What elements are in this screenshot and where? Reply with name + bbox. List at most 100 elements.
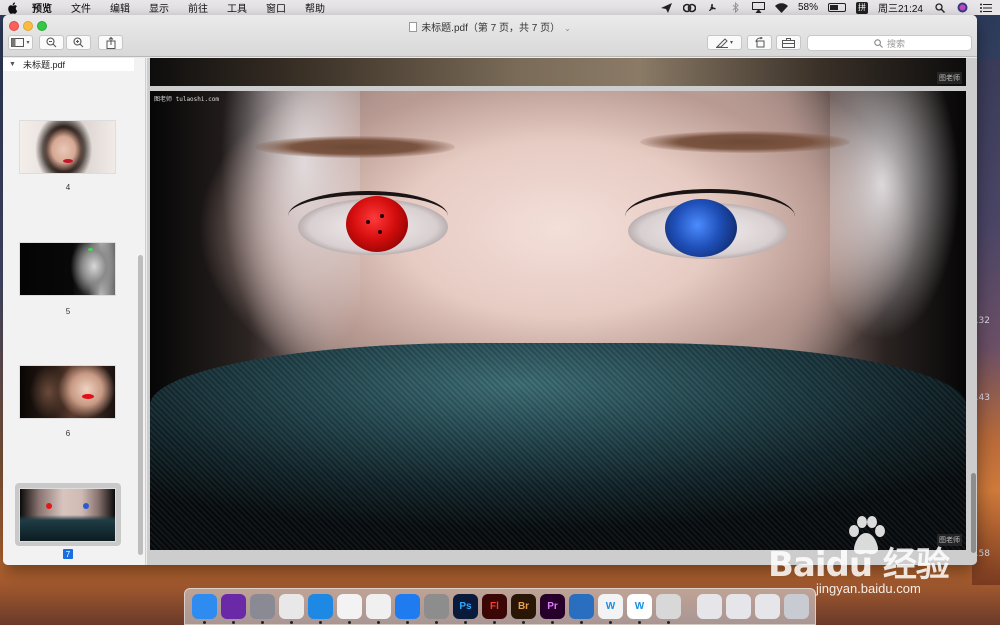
- input-method-icon[interactable]: 拼: [855, 1, 868, 14]
- running-indicator: [406, 621, 409, 624]
- document-view[interactable]: 图老师 图老师 tulaoshi.com 图老师: [147, 58, 977, 565]
- app-store-icon[interactable]: [395, 594, 420, 624]
- menu-edit[interactable]: 编辑: [110, 0, 130, 15]
- photoshop-icon[interactable]: Ps: [453, 594, 478, 624]
- menu-tools[interactable]: 工具: [227, 0, 247, 15]
- chevron-down-icon: ▾: [729, 40, 733, 46]
- send-icon[interactable]: [660, 2, 673, 14]
- page-thumbnail-4[interactable]: [19, 120, 117, 174]
- share-icon: [106, 36, 115, 49]
- rotate-icon: [755, 37, 764, 48]
- disclosure-triangle-icon[interactable]: ▼: [9, 61, 16, 68]
- running-indicator: [464, 621, 467, 624]
- page-thumbnail-5[interactable]: [19, 242, 117, 296]
- sidebar-file-name: 未标题.pdf: [22, 60, 65, 70]
- bridge-icon[interactable]: Br: [511, 594, 536, 624]
- chrome-icon[interactable]: [279, 594, 304, 624]
- document-icon[interactable]: [726, 594, 751, 619]
- title-bar: 未标题.pdf（第 7 页，共 7 页） ⌄ ▾ ▾ 搜索: [3, 15, 977, 57]
- toolbox-button[interactable]: [776, 35, 801, 50]
- mail-icon[interactable]: [697, 594, 722, 619]
- status-area: 58% 拼 周三21:24: [660, 0, 992, 15]
- menu-bar: 预览 文件 编辑 显示 前往 工具 窗口 帮助 58% 拼 周三21:24: [0, 0, 1000, 15]
- menu-help[interactable]: 帮助: [305, 0, 325, 15]
- bridge-glyph: Br: [517, 601, 530, 612]
- menu-view[interactable]: 显示: [149, 0, 169, 15]
- running-indicator: [319, 621, 322, 624]
- menu-file[interactable]: 文件: [71, 0, 91, 15]
- clock[interactable]: 周三21:24: [878, 0, 923, 15]
- page-thumbnail-7[interactable]: [19, 488, 117, 542]
- spotlight-search-icon[interactable]: [933, 2, 946, 14]
- launchpad-icon[interactable]: [250, 594, 275, 624]
- hair-strands: [830, 91, 960, 341]
- baidu-jingyan-watermark: Baidu 经验 jingyan.baidu.com: [766, 515, 996, 605]
- sidebar-file-header[interactable]: ▼ 未标题.pdf: [3, 58, 134, 71]
- rotate-button[interactable]: [747, 35, 772, 50]
- thumbnail-image: [19, 365, 116, 419]
- thumbnail-label: 5: [65, 307, 71, 316]
- zoom-out-button[interactable]: [39, 35, 64, 50]
- menu-preview[interactable]: 预览: [32, 0, 52, 15]
- photos-icon[interactable]: [337, 594, 362, 624]
- menu-window[interactable]: 窗口: [266, 0, 286, 15]
- finder-icon[interactable]: [192, 594, 217, 624]
- battery-icon[interactable]: [827, 3, 846, 12]
- red-iris: [346, 196, 408, 252]
- flash-glyph: Fl: [490, 601, 499, 612]
- qq-icon[interactable]: [366, 594, 391, 624]
- siri-icon[interactable]: [956, 2, 969, 14]
- share-button[interactable]: [98, 35, 123, 50]
- w-app-icon[interactable]: W: [627, 594, 652, 624]
- pdf-document-icon: [409, 22, 418, 32]
- flash-icon[interactable]: Fl: [482, 594, 507, 624]
- zoom-in-button[interactable]: [66, 35, 91, 50]
- running-indicator: [667, 621, 670, 624]
- page-thumbnail-6[interactable]: [19, 365, 117, 419]
- current-page[interactable]: 图老师 tulaoshi.com 图老师: [150, 91, 966, 550]
- sidebar-scrollbar[interactable]: [138, 255, 143, 555]
- window-title-text: 未标题.pdf（第 7 页，共 7 页）: [421, 23, 561, 34]
- wifi-icon[interactable]: [774, 2, 788, 14]
- creative-cloud-icon[interactable]: [682, 2, 696, 14]
- fan-icon[interactable]: [706, 2, 719, 14]
- thumbnail-image: [19, 120, 116, 174]
- thumbnail-sidebar: ▼ 未标题.pdf 4 5 6 7: [3, 58, 146, 565]
- toolbox-icon: [782, 37, 795, 48]
- page-watermark-text: 图老师 tulaoshi.com: [154, 96, 219, 103]
- bluetooth-icon[interactable]: [729, 2, 742, 14]
- siri-icon[interactable]: [221, 594, 246, 624]
- blue-iris: [665, 199, 737, 257]
- search-input[interactable]: 搜索: [807, 35, 972, 51]
- apple-menu-icon[interactable]: [6, 1, 20, 15]
- running-indicator: [609, 621, 612, 624]
- browser-icon[interactable]: [569, 594, 594, 624]
- baidu-brand-text: Baidu 经验: [768, 545, 950, 585]
- airplay-icon[interactable]: [751, 2, 765, 14]
- word-icon[interactable]: W: [598, 594, 623, 624]
- desktop-widget-text: .43: [975, 393, 990, 403]
- running-indicator: [638, 621, 641, 624]
- markup-button[interactable]: ▾: [707, 35, 742, 50]
- battery-percent: 58%: [797, 2, 818, 13]
- preview-icon[interactable]: [656, 594, 681, 624]
- menu-go[interactable]: 前往: [188, 0, 208, 15]
- premiere-icon[interactable]: Pr: [540, 594, 565, 624]
- running-indicator: [522, 621, 525, 624]
- system-preferences-icon[interactable]: [424, 594, 449, 624]
- running-indicator: [493, 621, 496, 624]
- running-indicator: [348, 621, 351, 624]
- desktop-widget-text: .32: [975, 316, 990, 326]
- zoom-in-icon: [73, 37, 84, 48]
- preview-window: 未标题.pdf（第 7 页，共 7 页） ⌄ ▾ ▾ 搜索 ▼ 未标题.pdf …: [3, 15, 977, 565]
- sidebar-toggle-button[interactable]: ▾: [8, 35, 33, 50]
- thumbnail-label: 4: [65, 183, 71, 192]
- safari-icon[interactable]: [308, 594, 333, 624]
- notification-center-icon[interactable]: [979, 2, 992, 14]
- baidu-url: jingyan.baidu.com: [816, 581, 921, 596]
- window-title[interactable]: 未标题.pdf（第 7 页，共 7 页） ⌄: [3, 19, 977, 34]
- thumbnail-label-selected: 7: [63, 549, 73, 559]
- w-app-glyph: W: [634, 601, 645, 612]
- previous-page-bottom[interactable]: 图老师: [150, 58, 966, 86]
- chevron-down-icon: ⌄: [564, 24, 571, 33]
